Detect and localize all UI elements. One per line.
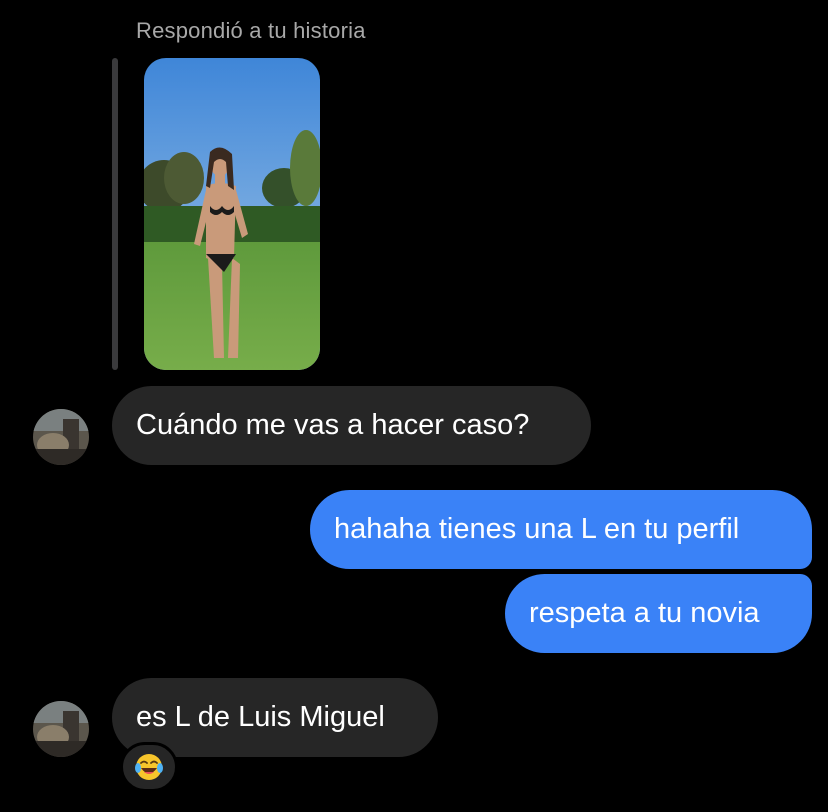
avatar-photo bbox=[33, 701, 89, 757]
message-text: respeta a tu novia bbox=[529, 597, 760, 629]
avatar-photo bbox=[33, 409, 89, 465]
message-bubble-incoming[interactable]: Cuándo me vas a hacer caso? bbox=[112, 386, 591, 465]
story-photo bbox=[144, 58, 320, 370]
laughing-tears-emoji-icon bbox=[135, 754, 163, 780]
message-bubble-outgoing[interactable]: hahaha tienes una L en tu perfil bbox=[310, 490, 812, 569]
story-thumbnail[interactable] bbox=[144, 58, 320, 370]
sender-avatar[interactable] bbox=[33, 701, 89, 757]
reply-quote-bar bbox=[112, 58, 118, 370]
message-text: Cuándo me vas a hacer caso? bbox=[136, 409, 530, 441]
message-bubble-outgoing[interactable]: respeta a tu novia bbox=[505, 574, 812, 653]
message-reaction[interactable] bbox=[120, 742, 178, 792]
sender-avatar[interactable] bbox=[33, 409, 89, 465]
message-text: hahaha tienes una L en tu perfil bbox=[334, 513, 740, 545]
story-reply-label: Respondió a tu historia bbox=[136, 18, 366, 43]
message-text: es L de Luis Miguel bbox=[136, 701, 385, 733]
